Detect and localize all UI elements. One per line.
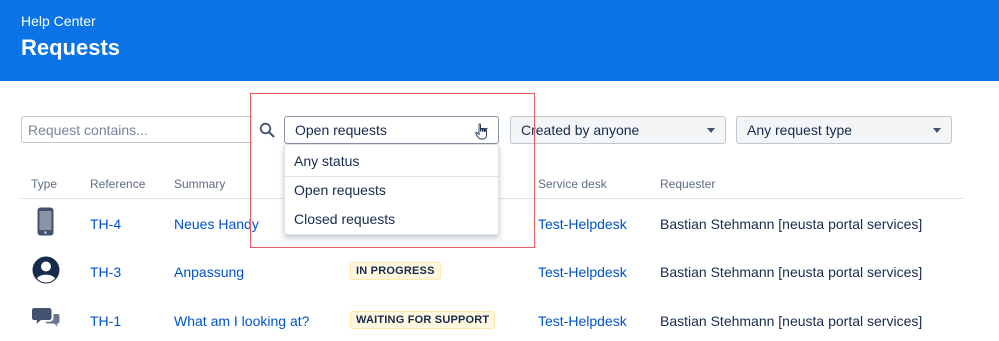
request-type-filter-select[interactable]: Any request type (736, 116, 952, 144)
request-summary-link[interactable]: What am I looking at? (174, 313, 309, 329)
request-reference-link[interactable]: TH-1 (90, 313, 121, 329)
status-badge: IN PROGRESS (350, 262, 441, 280)
user-avatar-icon (32, 256, 60, 284)
column-header-service-desk: Service desk (538, 177, 607, 191)
status-dropdown-menu: Any status Open requests Closed requests (284, 144, 499, 235)
breadcrumb-help-center[interactable]: Help Center (21, 13, 96, 29)
page-header: Help Center Requests (0, 0, 999, 81)
chevron-down-icon (933, 128, 941, 133)
status-filter-select[interactable]: Open requests (284, 116, 499, 144)
request-search-input[interactable] (21, 116, 253, 143)
service-desk-link[interactable]: Test-Helpdesk (538, 264, 627, 280)
mobile-phone-icon (37, 207, 54, 236)
requester-name: Bastian Stehmann [neusta portal services… (660, 313, 923, 329)
requester-name: Bastian Stehmann [neusta portal services… (660, 216, 923, 232)
menu-item-closed-requests[interactable]: Closed requests (294, 211, 395, 227)
status-badge: WAITING FOR SUPPORT (350, 311, 496, 329)
requester-name: Bastian Stehmann [neusta portal services… (660, 264, 923, 280)
request-summary-link[interactable]: Anpassung (174, 264, 244, 280)
request-reference-link[interactable]: TH-3 (90, 264, 121, 280)
column-header-requester: Requester (660, 177, 716, 191)
status-filter-value: Open requests (295, 122, 387, 138)
creator-filter-value: Created by anyone (521, 122, 640, 138)
menu-divider (285, 176, 498, 177)
search-icon (259, 122, 274, 137)
chat-bubbles-icon (32, 308, 60, 327)
creator-filter-select[interactable]: Created by anyone (510, 116, 726, 144)
column-header-type: Type (31, 177, 58, 191)
request-summary-link[interactable]: Neues Handy (174, 216, 259, 232)
hand-cursor-icon (475, 123, 487, 140)
column-header-summary: Summary (174, 177, 226, 191)
column-header-reference: Reference (90, 177, 146, 191)
request-type-filter-value: Any request type (747, 122, 853, 138)
request-reference-link[interactable]: TH-4 (90, 216, 121, 232)
menu-item-open-requests[interactable]: Open requests (294, 182, 386, 198)
service-desk-link[interactable]: Test-Helpdesk (538, 313, 627, 329)
chevron-down-icon (707, 128, 715, 133)
service-desk-link[interactable]: Test-Helpdesk (538, 216, 627, 232)
page-title: Requests (21, 35, 121, 60)
search-button[interactable] (253, 116, 280, 143)
menu-item-any-status[interactable]: Any status (294, 153, 359, 169)
